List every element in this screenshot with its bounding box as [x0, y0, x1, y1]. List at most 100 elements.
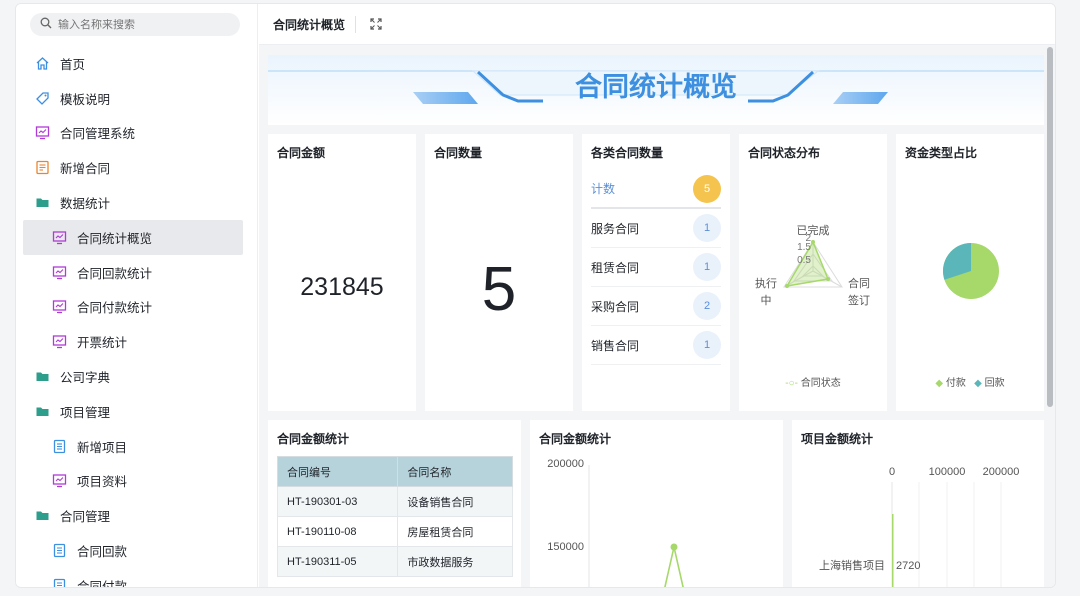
radar-axis-label: 已完成	[797, 223, 830, 237]
sidebar-item-contract-overview[interactable]: 合同统计概览	[23, 219, 243, 255]
radar-tick: 1.5	[797, 242, 811, 253]
search-icon	[40, 16, 52, 34]
count-badge: 2	[693, 292, 721, 320]
sidebar-item-collection-stats[interactable]: 合同回款统计	[16, 255, 257, 290]
line-series	[664, 546, 684, 587]
list-item-label: 服务合同	[591, 221, 640, 236]
table-cell: HT-190301-03	[276, 486, 399, 517]
banner-decoration: 合同统计概览	[268, 55, 1044, 125]
sidebar-item-home[interactable]: 首页	[16, 46, 257, 81]
contract-count-value: 5	[481, 255, 517, 324]
scrollbar-thumb[interactable]	[1047, 47, 1053, 407]
scrollbar[interactable]	[1045, 45, 1055, 587]
dashboard-icon	[51, 264, 67, 280]
card-contract-types: 各类合同数量 计数 5 服务合同 1 租赁合同 1 采购合同 2 销售合同 1	[582, 134, 730, 411]
bar	[892, 514, 894, 587]
list-item: 服务合同 1	[591, 209, 721, 248]
count-badge: 1	[693, 214, 721, 242]
sidebar-item-invoice-stats[interactable]: 开票统计	[16, 324, 257, 359]
radar-tick: 0.5	[797, 255, 811, 266]
line-point	[670, 543, 678, 551]
list-header-row: 计数 5	[591, 170, 721, 209]
card-contract-amount: 合同金额 231845	[268, 134, 416, 411]
sidebar-item-label: 新增项目	[77, 440, 128, 455]
folder-icon	[34, 195, 50, 211]
table-row[interactable]: HT-190110-08 房屋租赁合同	[276, 516, 513, 547]
app-window: 首页 模板说明 合同管理系统 新增合同 数据统计 合同统计概览	[15, 3, 1056, 588]
card-project-amount: 项目金额统计 0 100000 200000 上海销售项目 2720	[792, 420, 1044, 587]
card-title: 合同金额统计	[277, 432, 350, 446]
sidebar-item-new-project[interactable]: 新增项目	[16, 429, 257, 464]
sidebar-item-label: 首页	[60, 57, 86, 72]
sidebar-item-label: 合同付款	[77, 579, 128, 588]
document-icon	[51, 438, 67, 454]
search-box[interactable]	[30, 13, 240, 36]
document-icon	[51, 577, 67, 587]
radar-chart: 已完成 合同 签订 执行 中 2 1.5 0.5	[755, 223, 870, 307]
radar-axis-label: 中	[761, 294, 772, 307]
table-row[interactable]: HT-190311-05 市政数据服务	[276, 546, 513, 577]
sidebar-item-contract-payment[interactable]: 合同付款	[16, 568, 257, 588]
sidebar-item-company-dict[interactable]: 公司字典	[16, 359, 257, 394]
sidebar-item-template[interactable]: 模板说明	[16, 81, 257, 116]
bar-value-label: 2720	[896, 560, 920, 572]
sidebar-nav: 首页 模板说明 合同管理系统 新增合同 数据统计 合同统计概览 合同回款统计 合…	[16, 46, 257, 588]
folder-icon	[34, 369, 50, 385]
radar-point	[811, 240, 815, 244]
card-amount-line: 合同金额统计 200000 150000	[530, 420, 783, 587]
legend-label: 付款	[945, 378, 966, 389]
sidebar-item-label: 模板说明	[60, 92, 111, 107]
table-row[interactable]: HT-190301-03 设备销售合同	[276, 486, 513, 517]
sidebar-item-new-contract[interactable]: 新增合同	[16, 150, 257, 185]
y-tick-label: 200000	[547, 458, 584, 470]
sidebar-item-payment-stats[interactable]: 合同付款统计	[16, 290, 257, 325]
sidebar-item-label: 项目管理	[60, 405, 111, 420]
search-input[interactable]	[58, 18, 228, 31]
banner-title: 合同统计概览	[575, 71, 737, 102]
sidebar-item-label: 合同管理	[60, 510, 111, 525]
dashboard-icon	[51, 334, 67, 350]
sidebar-item-contract-system[interactable]: 合同管理系统	[16, 116, 257, 151]
sidebar-item-project-mgmt[interactable]: 项目管理	[16, 394, 257, 429]
list-item: 采购合同 2	[591, 287, 721, 326]
tag-icon	[34, 90, 50, 106]
page-header: 合同统计概览	[259, 4, 1055, 45]
chart-legend[interactable]: -○- 合同状态	[739, 374, 887, 389]
dashboard-icon	[51, 473, 67, 489]
sidebar-item-label: 合同管理系统	[60, 127, 136, 142]
sidebar-item-label: 开票统计	[77, 336, 128, 351]
legend-label: 回款	[984, 378, 1005, 389]
sidebar-item-project-info[interactable]: 项目资料	[16, 464, 257, 499]
line-chart: 200000 150000	[547, 458, 684, 587]
card-title: 各类合同数量	[591, 146, 664, 160]
x-tick-label: 200000	[983, 466, 1020, 478]
chart-legend[interactable]: ◆ 付款 ◆ 回款	[896, 374, 1044, 389]
contract-amount-value: 231845	[300, 273, 384, 301]
card-title: 合同金额	[277, 146, 326, 160]
list-item: 销售合同 1	[591, 326, 721, 365]
dashboard-icon	[34, 125, 50, 141]
table-cell: 设备销售合同	[397, 486, 513, 517]
card-contract-count: 合同数量 5	[425, 134, 573, 411]
list-item: 租赁合同 1	[591, 248, 721, 287]
sidebar-item-label: 项目资料	[77, 475, 128, 490]
sidebar-item-contract-collection[interactable]: 合同回款	[16, 533, 257, 568]
column-header[interactable]: 合同编号	[276, 456, 399, 487]
sidebar-item-label: 公司字典	[60, 371, 111, 386]
form-icon	[34, 160, 50, 176]
radar-axis-label: 执行	[755, 276, 777, 290]
sidebar-item-data-stats[interactable]: 数据统计	[16, 185, 257, 220]
sidebar-item-contract-mgmt[interactable]: 合同管理	[16, 498, 257, 533]
card-title: 合同数量	[434, 146, 483, 160]
dashboard-icon	[51, 299, 67, 315]
sidebar-item-label: 合同统计概览	[77, 231, 153, 246]
column-header[interactable]: 合同名称	[397, 456, 513, 487]
dashboard-icon	[51, 229, 67, 245]
fullscreen-icon[interactable]	[370, 18, 382, 30]
list-item-label: 租赁合同	[591, 260, 640, 275]
dashboard-banner: 合同统计概览	[268, 55, 1044, 125]
radar-point	[826, 277, 830, 281]
legend-label: 合同状态	[800, 378, 841, 389]
radar-axis-label: 签订	[848, 293, 870, 307]
sidebar: 首页 模板说明 合同管理系统 新增合同 数据统计 合同统计概览	[16, 4, 258, 587]
